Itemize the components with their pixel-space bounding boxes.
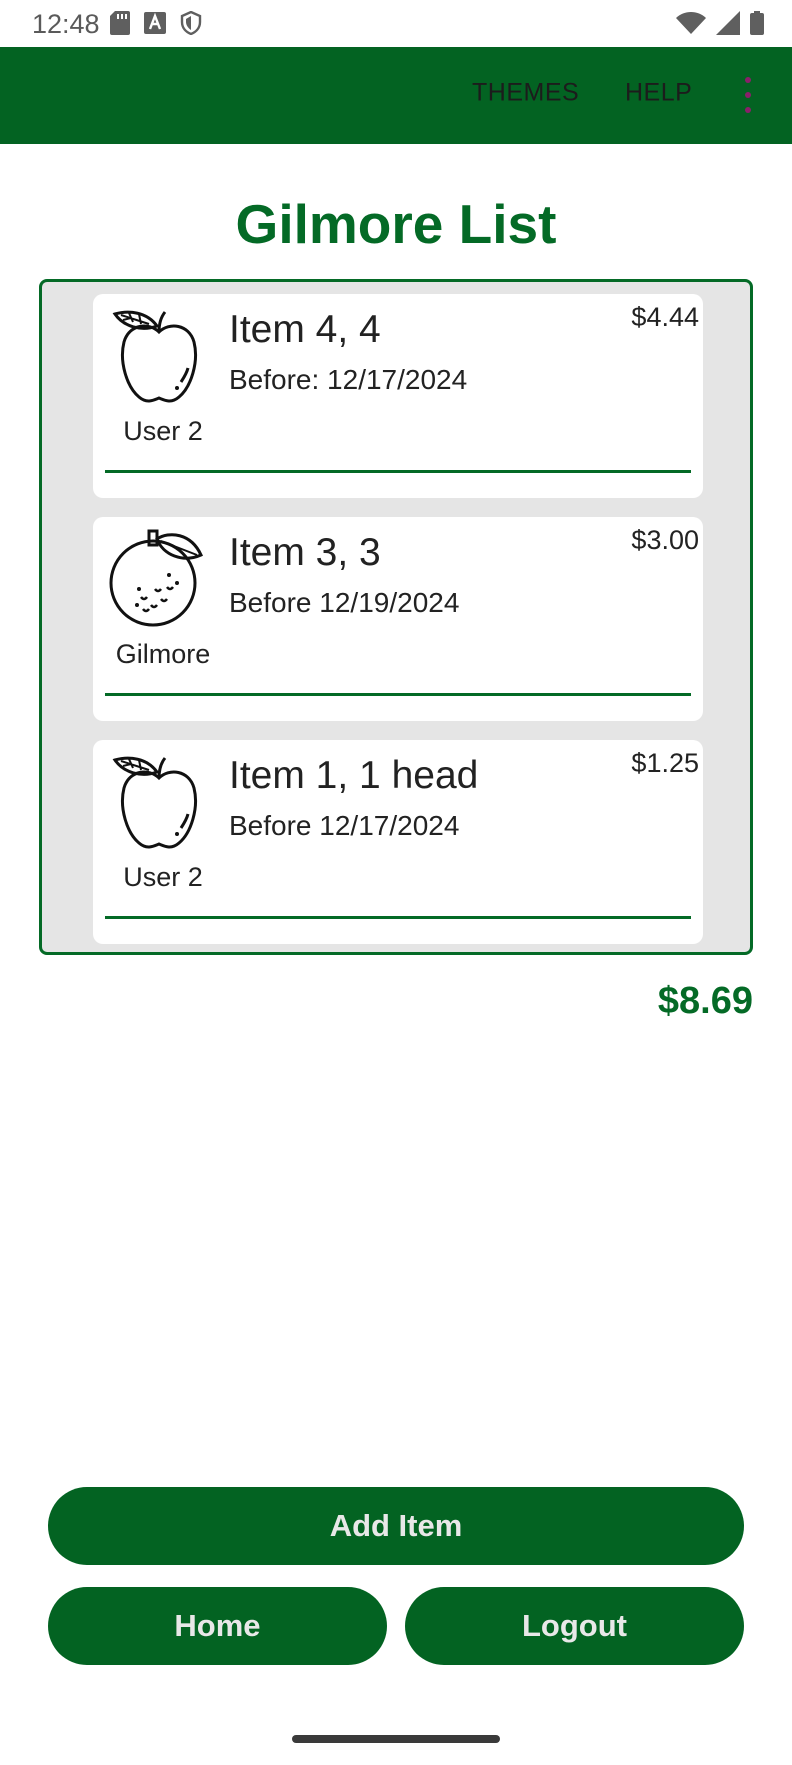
- status-bar: 12:48: [0, 0, 792, 47]
- app-bar: THEMES HELP: [0, 47, 792, 144]
- item-price: $4.44: [631, 302, 699, 332]
- font-a-icon: [144, 12, 166, 34]
- list-item[interactable]: User 2 Item 4, 4 Before: 12/17/2024 $4.4…: [93, 294, 703, 498]
- status-left-icons: [110, 11, 202, 35]
- status-right-icons: [676, 11, 764, 35]
- screen: 12:48 THEMES HELP Gilmore List User 2 It…: [0, 0, 792, 1765]
- more-vert-icon[interactable]: [741, 77, 755, 113]
- list-item[interactable]: User 2 Item 1, 1 head Before 12/17/2024 …: [93, 740, 703, 944]
- shield-icon: [180, 11, 202, 35]
- total-price: $8.69: [657, 980, 753, 1022]
- item-price: $3.00: [631, 525, 699, 555]
- item-divider: [105, 693, 691, 696]
- item-name: Item 3, 3: [229, 531, 381, 574]
- item-list[interactable]: User 2 Item 4, 4 Before: 12/17/2024 $4.4…: [39, 279, 753, 955]
- help-menu-button[interactable]: HELP: [625, 79, 692, 108]
- orange-icon: [109, 529, 203, 627]
- item-user: User 2: [123, 416, 203, 446]
- add-item-button[interactable]: Add Item: [48, 1487, 744, 1565]
- item-name: Item 1, 1 head: [229, 754, 479, 797]
- list-item[interactable]: Gilmore Item 3, 3 Before 12/19/2024 $3.0…: [93, 517, 703, 721]
- item-date: Before 12/19/2024: [229, 587, 460, 618]
- apple-icon: [112, 310, 197, 403]
- item-user: User 2: [123, 862, 203, 892]
- home-indicator[interactable]: [292, 1735, 500, 1743]
- page-title: Gilmore List: [235, 193, 557, 255]
- item-price: $1.25: [631, 748, 699, 778]
- apple-icon: [112, 756, 197, 849]
- battery-icon: [750, 11, 764, 35]
- home-button[interactable]: Home: [48, 1587, 387, 1665]
- item-name: Item 4, 4: [229, 308, 381, 351]
- item-date: Before: 12/17/2024: [229, 364, 468, 395]
- item-divider: [105, 470, 691, 473]
- item-divider: [105, 916, 691, 919]
- sd-card-icon: [110, 11, 130, 35]
- wifi-icon: [676, 12, 706, 34]
- themes-menu-button[interactable]: THEMES: [472, 79, 579, 108]
- status-time: 12:48: [32, 9, 100, 39]
- item-user: Gilmore: [115, 639, 211, 669]
- logout-button[interactable]: Logout: [405, 1587, 744, 1665]
- cell-signal-icon: [716, 11, 740, 35]
- item-date: Before 12/17/2024: [229, 810, 460, 841]
